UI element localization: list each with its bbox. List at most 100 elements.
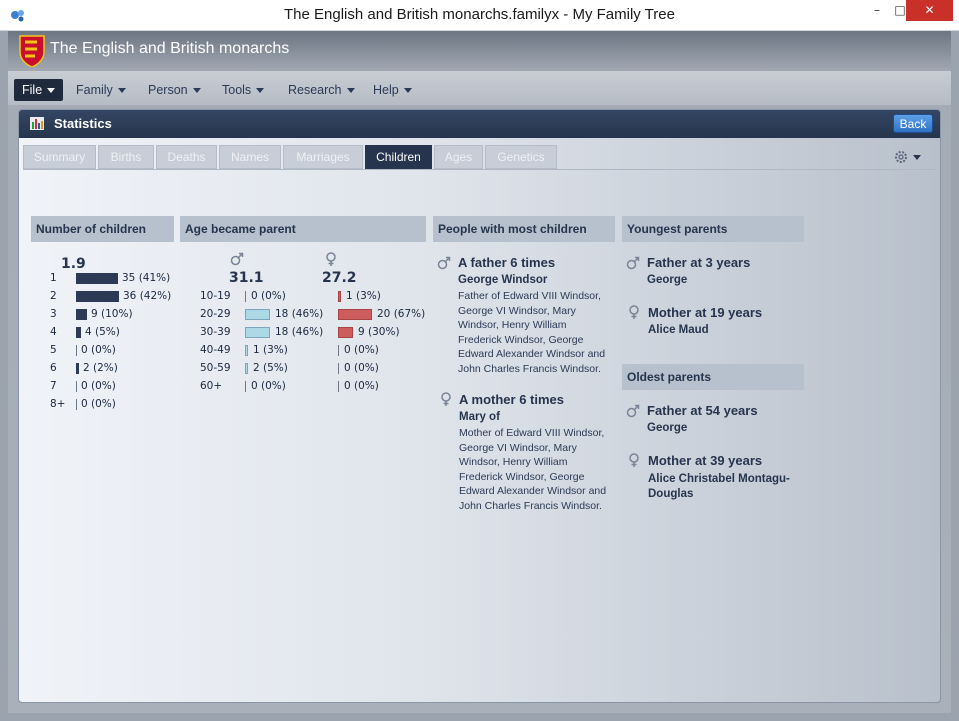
children-row-label: 2 (50, 290, 57, 302)
male-age-bar (245, 363, 248, 374)
youngest-mother-name[interactable]: Alice Maud (648, 324, 709, 336)
female-age-value: 0 (0%) (344, 380, 379, 392)
children-row-label: 3 (50, 308, 57, 320)
children-bar (76, 273, 118, 284)
female-age-value: 1 (3%) (346, 290, 381, 302)
section-most-children: People with most children (433, 216, 615, 242)
male-symbol-icon (626, 404, 640, 418)
children-row-label: 8+ (50, 398, 66, 410)
children-row-value: 36 (42%) (123, 290, 172, 302)
female-symbol-icon (629, 453, 639, 467)
tab-summary[interactable]: Summary (23, 145, 96, 169)
children-row-label: 4 (50, 326, 57, 338)
app-frame: The English and British monarchs File Fa… (8, 31, 951, 713)
male-age-bar (245, 345, 248, 356)
male-symbol-icon (626, 256, 640, 270)
most-children-mother-name[interactable]: Mary of (459, 411, 500, 423)
statistics-panel: Statistics Back Summary Births Deaths Na… (18, 109, 941, 703)
menu-file-label: File (22, 83, 43, 97)
children-row-label: 7 (50, 380, 57, 392)
children-bar (76, 363, 79, 374)
children-bar (76, 291, 119, 302)
chevron-down-icon (117, 88, 126, 94)
male-age-bar (245, 291, 246, 302)
tab-genetics[interactable]: Genetics (485, 145, 557, 169)
tab-children[interactable]: Children (365, 145, 432, 169)
tab-divider (23, 169, 936, 170)
children-bar (76, 309, 87, 320)
panel-title: Statistics (54, 116, 112, 131)
oldest-mother-title: Mother at 39 years (648, 453, 763, 468)
male-symbol-icon (230, 252, 244, 266)
oldest-father-name[interactable]: George (647, 422, 687, 434)
menu-bar: File Family Person Tools Research Help (8, 71, 951, 105)
menu-research[interactable]: Research (280, 79, 363, 101)
most-children-mother-desc: Mother of Edward VIII Windsor, George VI… (459, 427, 607, 512)
app-title: The English and British monarchs (50, 40, 290, 57)
male-age-value: 0 (0%) (251, 290, 286, 302)
age-row-label: 10-19 (200, 290, 231, 302)
age-row-label: 50-59 (200, 362, 231, 374)
children-row-value: 2 (2%) (83, 362, 118, 374)
menu-file[interactable]: File (14, 79, 64, 101)
children-row-value: 35 (41%) (122, 272, 171, 284)
section-number-of-children: Number of children (31, 216, 174, 242)
section-age-became-parent: Age became parent (180, 216, 426, 242)
back-button[interactable]: Back (893, 114, 933, 133)
female-symbol-icon (326, 252, 336, 266)
tab-marriages[interactable]: Marriages (283, 145, 363, 169)
bar-chart-icon (30, 117, 44, 130)
chevron-down-icon (192, 88, 201, 94)
chevron-down-icon (346, 88, 355, 94)
female-age-value: 0 (0%) (344, 344, 379, 356)
menu-tools[interactable]: Tools (214, 79, 272, 101)
children-row-value: 4 (5%) (85, 326, 120, 338)
children-row-label: 5 (50, 344, 57, 356)
tab-ages[interactable]: Ages (434, 145, 483, 169)
chevron-down-icon (256, 88, 265, 94)
menu-help[interactable]: Help (365, 79, 420, 101)
section-youngest-parents: Youngest parents (622, 216, 804, 242)
female-symbol-icon (441, 392, 451, 406)
female-age-bar (338, 345, 339, 356)
male-symbol-icon (437, 256, 451, 270)
most-children-father-desc: Father of Edward VIII Windsor, George VI… (458, 290, 606, 375)
most-children-mother-title: A mother 6 times (459, 392, 564, 407)
oldest-mother-name[interactable]: Alice Christabel Montagu-Douglas (648, 472, 808, 502)
oldest-father-title: Father at 54 years (647, 403, 758, 418)
most-children-father-name[interactable]: George Windsor (458, 274, 547, 286)
youngest-father-name[interactable]: George (647, 274, 687, 286)
children-row-value: 9 (10%) (91, 308, 133, 320)
male-age-bar (245, 381, 246, 392)
male-age-bar (245, 327, 270, 338)
female-age-value: 9 (30%) (358, 326, 400, 338)
male-average-age: 31.1 (229, 270, 264, 286)
menu-research-label: Research (288, 83, 342, 97)
male-age-value: 0 (0%) (251, 380, 286, 392)
menu-person[interactable]: Person (140, 79, 209, 101)
age-row-label: 20-29 (200, 308, 231, 320)
tab-names[interactable]: Names (219, 145, 281, 169)
male-age-bar (245, 309, 270, 320)
tab-births[interactable]: Births (98, 145, 154, 169)
gear-icon[interactable] (893, 149, 923, 165)
children-row-label: 6 (50, 362, 57, 374)
window-titlebar: The English and British monarchs.familyx… (0, 0, 959, 31)
male-age-value: 18 (46%) (275, 308, 324, 320)
female-age-value: 0 (0%) (344, 362, 379, 374)
menu-family[interactable]: Family (68, 79, 134, 101)
children-average: 1.9 (61, 256, 86, 272)
age-row-label: 30-39 (200, 326, 231, 338)
section-oldest-parents: Oldest parents (622, 364, 804, 390)
children-row-label: 1 (50, 272, 57, 284)
panel-header: Statistics Back (19, 110, 940, 138)
chevron-down-icon (403, 88, 412, 94)
close-button[interactable]: ✕ (906, 0, 953, 21)
window-title: The English and British monarchs.familyx… (284, 6, 675, 23)
chevron-down-icon (47, 88, 56, 94)
royal-crest-icon (19, 35, 45, 67)
male-age-value: 2 (5%) (253, 362, 288, 374)
children-bar (76, 345, 77, 356)
children-row-value: 0 (0%) (81, 344, 116, 356)
tab-deaths[interactable]: Deaths (156, 145, 217, 169)
